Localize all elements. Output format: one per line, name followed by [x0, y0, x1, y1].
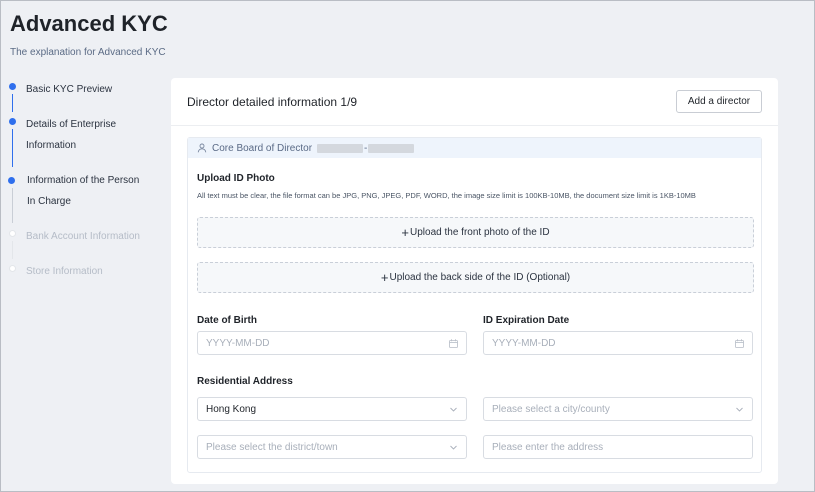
upload-hint: All text must be clear, the file format …: [197, 191, 696, 200]
director-panel: Core Board of Director - Upload ID Photo…: [187, 137, 762, 473]
step-label: Information of the Person In Charge: [27, 175, 140, 207]
add-director-button[interactable]: Add a director: [676, 90, 762, 113]
upload-front-label: Upload the front photo of the ID: [410, 227, 550, 238]
card-header: Director detailed information 1/9 Add a …: [171, 78, 778, 126]
city-placeholder: Please select a city/county: [492, 403, 610, 415]
step-pending-dot: [9, 265, 16, 272]
upload-back-button[interactable]: + Upload the back side of the ID (Option…: [197, 262, 754, 293]
page-subtitle: The explanation for Advanced KYC: [10, 47, 166, 58]
step-label: Store Information: [26, 266, 103, 277]
address-label: Residential Address: [197, 376, 293, 387]
director-section-header[interactable]: Core Board of Director -: [188, 138, 761, 158]
page-title: Advanced KYC: [10, 11, 168, 36]
upload-front-button[interactable]: + Upload the front photo of the ID: [197, 217, 754, 248]
city-select[interactable]: Please select a city/county: [483, 397, 753, 421]
street-placeholder: Please enter the address: [492, 441, 604, 453]
chevron-down-icon: [450, 407, 457, 412]
director-card: Director detailed information 1/9 Add a …: [171, 78, 778, 484]
step-label: Details of Enterprise Information: [26, 119, 117, 151]
name-separator: -: [364, 142, 368, 154]
step-enterprise-details[interactable]: Details of Enterprise Information: [9, 114, 119, 170]
upload-id-label: Upload ID Photo: [197, 173, 275, 184]
step-connector: [12, 241, 13, 259]
kyc-steps: Basic KYC Preview Details of Enterprise …: [8, 79, 159, 283]
step-connector: [12, 94, 13, 112]
step-bank-account[interactable]: Bank Account Information: [9, 226, 159, 261]
calendar-icon: [449, 339, 458, 348]
step-current-dot: [8, 177, 15, 184]
redacted-name-first: [317, 143, 364, 153]
plus-icon: +: [380, 269, 389, 285]
expiry-label: ID Expiration Date: [483, 315, 570, 326]
dob-placeholder: YYYY-MM-DD: [206, 337, 270, 349]
redacted-name-last: [368, 143, 415, 153]
step-pending-dot: [9, 230, 16, 237]
step-label: Basic KYC Preview: [26, 84, 113, 95]
step-store-information[interactable]: Store Information: [9, 261, 159, 283]
upload-back-label: Upload the back side of the ID (Optional…: [389, 272, 571, 283]
district-select[interactable]: Please select the district/town: [197, 435, 467, 459]
dob-label: Date of Birth: [197, 315, 257, 326]
expiry-placeholder: YYYY-MM-DD: [492, 337, 556, 349]
step-person-in-charge[interactable]: Information of the Person In Charge: [8, 170, 144, 226]
calendar-icon: [735, 339, 744, 348]
chevron-down-icon: [736, 407, 743, 412]
expiry-date-picker[interactable]: YYYY-MM-DD: [483, 331, 753, 355]
district-placeholder: Please select the district/town: [206, 441, 338, 453]
director-section-title: Core Board of Director: [212, 142, 313, 154]
user-icon: [197, 143, 207, 153]
street-address-input[interactable]: Please enter the address: [483, 435, 753, 459]
step-connector: [12, 129, 13, 167]
country-value: Hong Kong: [206, 403, 257, 415]
plus-icon: +: [401, 224, 410, 240]
step-done-dot: [9, 83, 16, 90]
step-connector: [12, 188, 13, 223]
country-select[interactable]: Hong Kong: [197, 397, 467, 421]
step-label: Bank Account Information: [26, 231, 140, 242]
step-done-dot: [9, 118, 16, 125]
dob-date-picker[interactable]: YYYY-MM-DD: [197, 331, 467, 355]
chevron-down-icon: [450, 445, 457, 450]
step-basic-kyc-preview[interactable]: Basic KYC Preview: [9, 79, 159, 114]
card-title: Director detailed information 1/9: [187, 95, 358, 109]
